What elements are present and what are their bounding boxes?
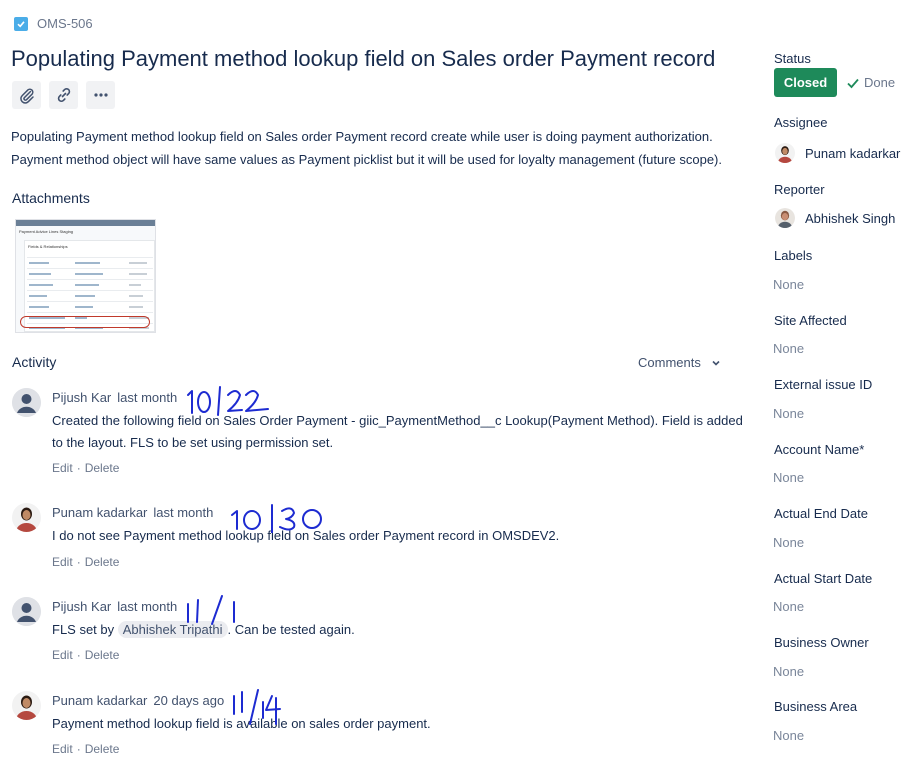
field-value-business-owner[interactable]: None	[773, 664, 804, 679]
edit-comment-link[interactable]: Edit	[52, 461, 73, 475]
avatar[interactable]	[12, 691, 41, 720]
reporter-name: Abhishek Singh	[805, 210, 896, 226]
highlight-annotation	[20, 316, 150, 328]
comment-actions: Edit · Delete	[52, 648, 120, 662]
field-label-actual-start-date: Actual Start Date	[774, 571, 873, 586]
comment-item: Punam kadarkar last month I do not see Pa…	[12, 503, 752, 575]
issue-toolbar	[12, 81, 115, 109]
delete-comment-link[interactable]: Delete	[85, 742, 120, 756]
comment-header: Pijush Kar last month	[52, 390, 177, 405]
description-line: Populating Payment method lookup field o…	[11, 129, 713, 144]
field-value-actual-end-date[interactable]: None	[773, 535, 804, 550]
assignee-name: Punam kadarkar	[805, 145, 901, 161]
more-icon	[93, 93, 108, 97]
comment-timestamp[interactable]: 20 days ago	[153, 693, 224, 708]
field-label-business-area: Business Area	[774, 699, 858, 714]
description-line: Payment method object will have same val…	[11, 152, 723, 167]
reporter-label: Reporter	[774, 182, 825, 197]
comment-item: Pijush Kar last month FLS set by Abhishek…	[12, 597, 752, 669]
comment-header: Pijush Kar last month	[52, 599, 177, 614]
comment-header: Punam kadarkar last month	[52, 505, 213, 520]
paperclip-icon	[19, 88, 34, 104]
handwritten-date-note	[187, 386, 269, 416]
comment-item: Punam kadarkar 20 days ago Payment method…	[12, 691, 752, 757]
field-label-business-owner: Business Owner	[774, 635, 869, 650]
avatar	[775, 143, 795, 163]
issue-description[interactable]: Populating Payment method lookup field o…	[11, 125, 722, 171]
edit-comment-link[interactable]: Edit	[52, 648, 73, 662]
field-value-business-area[interactable]: None	[773, 728, 804, 743]
default-user-icon	[12, 597, 41, 626]
field-label-account-name: Account Name*	[774, 442, 865, 457]
comment-author[interactable]: Pijush Kar	[52, 599, 111, 614]
user-photo-icon	[775, 143, 795, 163]
checkmark-icon	[847, 78, 859, 88]
field-label-external-issue-id: External issue ID	[774, 377, 873, 392]
comment-body: Created the following field on Sales Ord…	[52, 410, 743, 454]
link-icon	[57, 87, 70, 103]
thumbnail-header: Payment Advice Lines Staging	[19, 229, 74, 234]
comment-actions: Edit · Delete	[52, 742, 120, 756]
user-photo-icon	[12, 691, 41, 720]
comment-line: Created the following field on Sales Ord…	[52, 413, 743, 428]
more-actions-button[interactable]	[86, 81, 115, 109]
status-label: Status	[774, 51, 811, 66]
default-user-icon	[12, 388, 41, 417]
link-issue-button[interactable]	[49, 81, 78, 109]
field-label-site-affected: Site Affected	[774, 313, 847, 328]
chevron-down-icon	[712, 360, 720, 366]
activity-filter-dropdown[interactable]: Comments	[638, 355, 721, 370]
delete-comment-link[interactable]: Delete	[85, 555, 120, 569]
delete-comment-link[interactable]: Delete	[85, 461, 120, 475]
handwritten-date-note	[231, 504, 322, 533]
activity-heading: Activity	[12, 354, 57, 370]
assignee-label: Assignee	[774, 115, 828, 130]
user-photo-icon	[12, 503, 41, 532]
delete-comment-link[interactable]: Delete	[85, 648, 120, 662]
edit-comment-link[interactable]: Edit	[52, 742, 73, 756]
comment-actions: Edit · Delete	[52, 461, 120, 475]
attach-button[interactable]	[12, 81, 41, 109]
avatar[interactable]	[12, 388, 41, 417]
comment-text: FLS set by	[52, 622, 115, 637]
resolution-label: Done	[864, 75, 896, 90]
field-value-site-affected[interactable]: None	[773, 341, 804, 356]
issue-key[interactable]: OMS-506	[14, 16, 93, 31]
field-value-labels[interactable]: None	[773, 277, 804, 292]
issue-key-label[interactable]: OMS-506	[37, 16, 93, 31]
comment-timestamp[interactable]: last month	[153, 505, 213, 520]
attachment-thumbnail[interactable]: Payment Advice Lines Staging Fields & Re…	[15, 219, 156, 333]
attachments-heading: Attachments	[12, 190, 90, 206]
resolution: Done	[846, 75, 895, 90]
comment-timestamp[interactable]: last month	[117, 390, 177, 405]
comment-author[interactable]: Pijush Kar	[52, 390, 111, 405]
comment-timestamp[interactable]: last month	[117, 599, 177, 614]
handwritten-date-note	[187, 595, 235, 625]
field-label-labels: Labels	[774, 248, 813, 263]
comment-header: Punam kadarkar 20 days ago	[52, 693, 224, 708]
handwritten-date-note	[233, 689, 281, 725]
avatar[interactable]	[12, 503, 41, 532]
reporter-field[interactable]: Abhishek Singh	[775, 208, 895, 228]
issue-title[interactable]: Populating Payment method lookup field o…	[11, 46, 715, 72]
comment-item: Pijush Kar last month Created the followi…	[12, 388, 752, 480]
thumbnail-panel-title: Fields & Relationships	[28, 244, 68, 249]
status-button[interactable]: Closed	[774, 68, 837, 97]
user-photo-icon	[775, 208, 795, 228]
field-value-actual-start-date[interactable]: None	[773, 599, 804, 614]
comment-text: . Can be tested again.	[227, 622, 355, 637]
avatar	[775, 208, 795, 228]
comment-actions: Edit · Delete	[52, 555, 120, 569]
task-type-icon	[14, 16, 28, 31]
field-value-external-issue-id[interactable]: None	[773, 406, 804, 421]
comment-line: to the layout. FLS to be set using permi…	[52, 435, 334, 450]
edit-comment-link[interactable]: Edit	[52, 555, 73, 569]
comment-author[interactable]: Punam kadarkar	[52, 505, 147, 520]
assignee-field[interactable]: Punam kadarkar	[775, 143, 900, 163]
field-label-actual-end-date: Actual End Date	[774, 506, 868, 521]
comment-author[interactable]: Punam kadarkar	[52, 693, 147, 708]
field-value-account-name[interactable]: None	[773, 470, 804, 485]
activity-filter-label: Comments	[638, 355, 701, 370]
avatar[interactable]	[12, 597, 41, 626]
